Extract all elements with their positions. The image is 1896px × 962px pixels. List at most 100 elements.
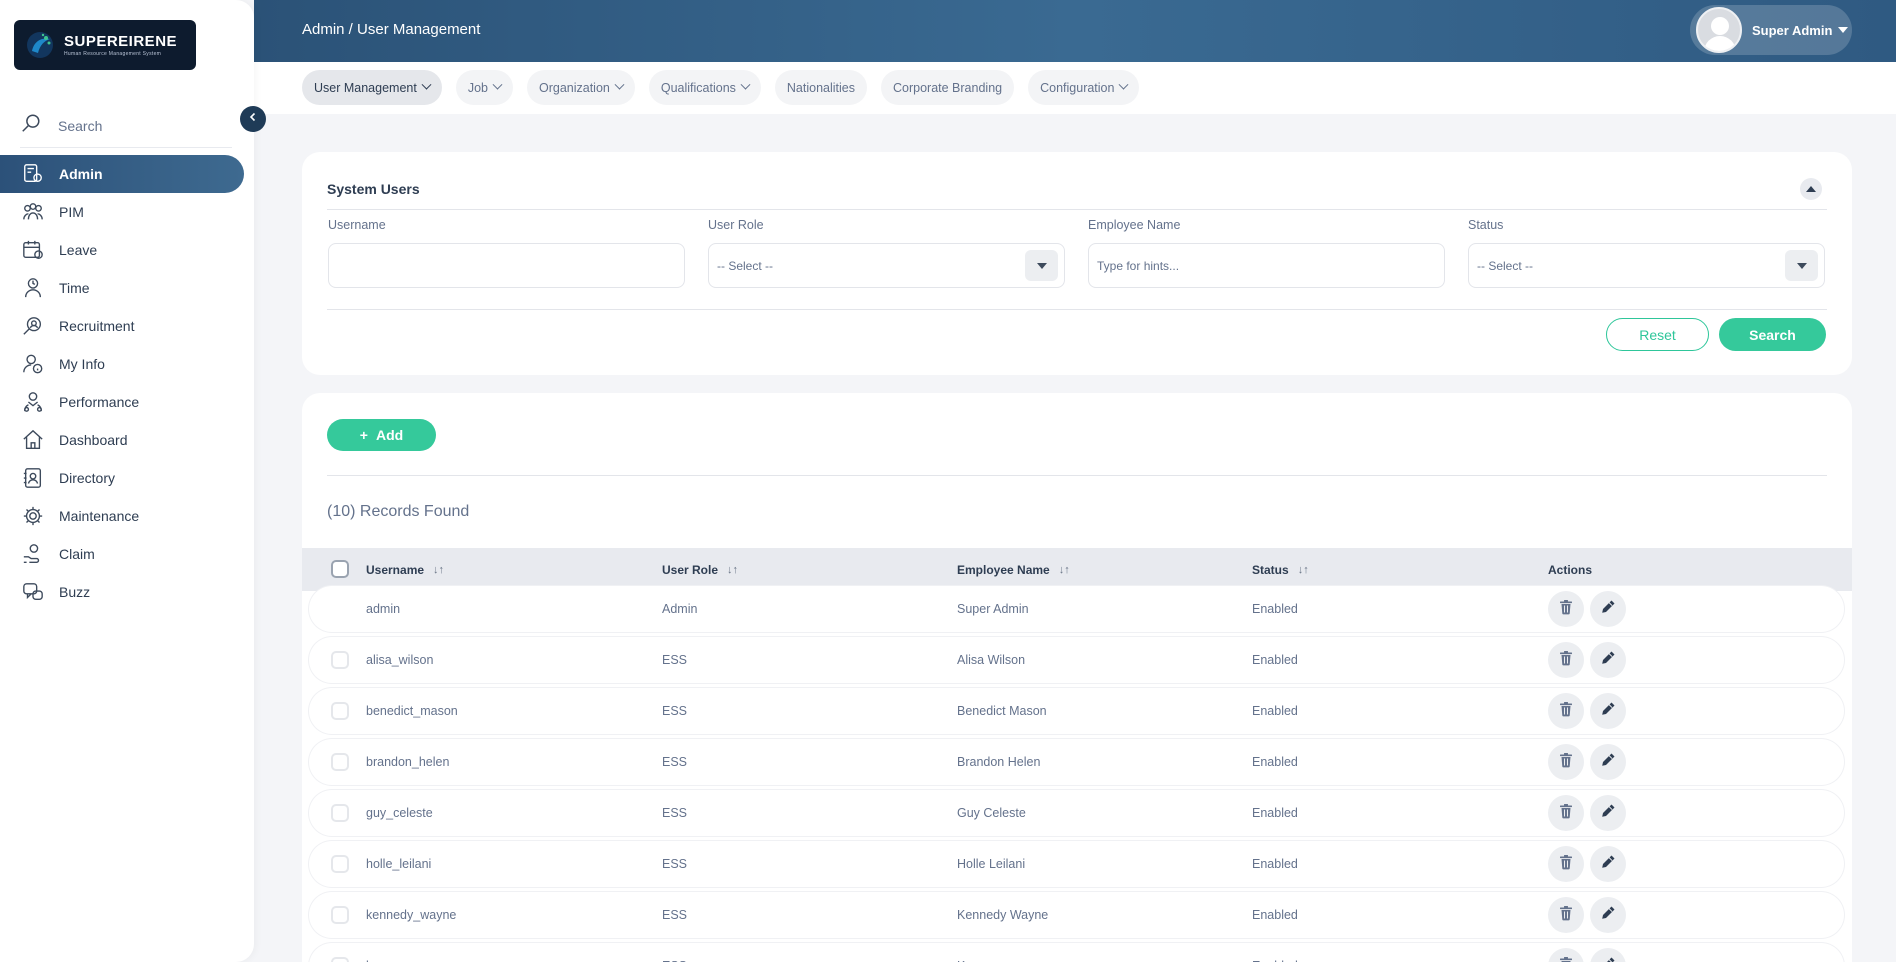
- column-label: Employee Name: [957, 562, 1050, 577]
- column-label: User Role: [662, 562, 719, 577]
- edit-button[interactable]: [1590, 948, 1626, 962]
- collapse-filter-button[interactable]: [1800, 178, 1822, 200]
- column-user-role[interactable]: User Role ↓↑: [662, 563, 738, 577]
- delete-button[interactable]: [1548, 744, 1584, 780]
- sidebar-item-label: PIM: [59, 204, 84, 220]
- delete-button[interactable]: [1548, 591, 1584, 627]
- cell-employee-name: Super Admin: [957, 602, 1029, 616]
- delete-button[interactable]: [1548, 948, 1584, 962]
- table-row[interactable]: benedict_mason ESS Benedict Mason Enabled: [309, 688, 1844, 734]
- brand-logo[interactable]: SUPEREIRENE Human Resource Management Sy…: [14, 20, 196, 70]
- edit-button[interactable]: [1590, 846, 1626, 882]
- table-row[interactable]: guy_celeste ESS Guy Celeste Enabled: [309, 790, 1844, 836]
- sidebar-item-leave[interactable]: Leave: [0, 231, 254, 269]
- cell-status: Enabled: [1252, 653, 1298, 667]
- sidebar-item-claim[interactable]: Claim: [0, 535, 254, 573]
- sidebar-item-recruitment[interactable]: Recruitment: [0, 307, 254, 345]
- employee-name-input[interactable]: Type for hints...: [1088, 243, 1445, 288]
- edit-button[interactable]: [1590, 744, 1626, 780]
- tab-nationalities[interactable]: Nationalities: [774, 70, 867, 105]
- sidebar-item-my-info[interactable]: My Info: [0, 345, 254, 383]
- sidebar-collapse-button[interactable]: [240, 106, 266, 132]
- add-user-button[interactable]: + Add: [327, 419, 436, 451]
- user-menu[interactable]: Super Admin: [1690, 5, 1852, 55]
- search-button[interactable]: Search: [1719, 318, 1826, 351]
- sidebar-search[interactable]: Search: [20, 104, 232, 148]
- pencil-icon: [1600, 854, 1616, 875]
- table-row[interactable]: brandon_helen ESS Brandon Helen Enabled: [309, 739, 1844, 785]
- edit-button[interactable]: [1590, 693, 1626, 729]
- cell-status: Enabled: [1252, 943, 1298, 962]
- sidebar: SUPEREIRENE Human Resource Management Sy…: [0, 0, 254, 962]
- select-all-checkbox[interactable]: [331, 560, 349, 578]
- sidebar-item-directory[interactable]: Directory: [0, 459, 254, 497]
- tab-qualifications[interactable]: Qualifications: [648, 70, 761, 105]
- row-checkbox[interactable]: [331, 855, 349, 873]
- column-username[interactable]: Username ↓↑: [366, 563, 444, 577]
- sidebar-item-admin[interactable]: Admin: [0, 155, 244, 193]
- dropdown-button[interactable]: [1025, 250, 1058, 281]
- row-checkbox[interactable]: [331, 804, 349, 822]
- delete-button[interactable]: [1548, 846, 1584, 882]
- row-checkbox[interactable]: [331, 957, 349, 962]
- sidebar-item-label: My Info: [59, 356, 105, 372]
- edit-button[interactable]: [1590, 795, 1626, 831]
- sort-icon: ↓↑: [1297, 563, 1309, 576]
- sidebar-item-label: Time: [59, 280, 90, 296]
- sidebar-item-time[interactable]: Time: [0, 269, 254, 307]
- delete-button[interactable]: [1548, 642, 1584, 678]
- sidebar-item-pim[interactable]: PIM: [0, 193, 254, 231]
- tab-user-management[interactable]: User Management: [302, 70, 442, 105]
- users-table-card: + Add (10) Records Found Username ↓↑ User…: [302, 393, 1852, 962]
- pencil-icon: [1600, 701, 1616, 722]
- sidebar-item-performance[interactable]: Performance: [0, 383, 254, 421]
- sidebar-item-buzz[interactable]: Buzz: [0, 573, 254, 611]
- username-field: Username: [328, 218, 685, 288]
- table-row[interactable]: holle_leilani ESS Holle Leilani Enabled: [309, 841, 1844, 887]
- delete-button[interactable]: [1548, 795, 1584, 831]
- row-checkbox[interactable]: [331, 651, 349, 669]
- trash-icon: [1558, 905, 1574, 926]
- time-icon: [22, 277, 44, 299]
- table-row[interactable]: admin Admin Super Admin Enabled: [309, 586, 1844, 632]
- tab-configuration[interactable]: Configuration: [1028, 70, 1140, 105]
- add-label: Add: [375, 427, 404, 443]
- column-employee-name[interactable]: Employee Name ↓↑: [957, 563, 1070, 577]
- column-status[interactable]: Status ↓↑: [1252, 563, 1309, 577]
- sidebar-item-label: Maintenance: [59, 508, 140, 524]
- admin-icon: [22, 163, 44, 185]
- delete-button[interactable]: [1548, 897, 1584, 933]
- delete-button[interactable]: [1548, 693, 1584, 729]
- table-row[interactable]: alisa_wilson ESS Alisa Wilson Enabled: [309, 637, 1844, 683]
- edit-button[interactable]: [1590, 642, 1626, 678]
- row-checkbox[interactable]: [331, 906, 349, 924]
- sidebar-item-maintenance[interactable]: Maintenance: [0, 497, 254, 535]
- username-input[interactable]: [328, 243, 685, 288]
- edit-button[interactable]: [1590, 591, 1626, 627]
- dropdown-button[interactable]: [1785, 250, 1818, 281]
- cell-user-role: ESS: [662, 755, 688, 769]
- row-checkbox[interactable]: [331, 753, 349, 771]
- brand-text: SUPEREIRENE Human Resource Management Sy…: [64, 33, 177, 57]
- sidebar-search-label: Search: [58, 117, 103, 134]
- user-role-select[interactable]: -- Select --: [708, 243, 1065, 288]
- performance-icon: [22, 391, 44, 413]
- table-row[interactable]: kennedy_wayne ESS Kennedy Wayne Enabled: [309, 892, 1844, 938]
- sidebar-item-label: Leave: [59, 242, 98, 258]
- cell-username: admin: [366, 602, 401, 616]
- row-checkbox[interactable]: [331, 702, 349, 720]
- sort-icon: ↓↑: [1058, 563, 1070, 576]
- sidebar-item-dashboard[interactable]: Dashboard: [0, 421, 254, 459]
- reset-button[interactable]: Reset: [1606, 318, 1709, 351]
- table-row[interactable]: k... ESS K... Enabled: [309, 943, 1844, 962]
- edit-button[interactable]: [1590, 897, 1626, 933]
- cell-status: Enabled: [1252, 704, 1298, 718]
- avatar: [1696, 7, 1742, 53]
- tab-organization[interactable]: Organization: [526, 70, 635, 105]
- tab-job[interactable]: Job: [455, 70, 513, 105]
- tab-corporate-branding[interactable]: Corporate Branding: [881, 70, 1015, 105]
- tab-label: Job: [467, 80, 488, 95]
- status-select[interactable]: -- Select --: [1468, 243, 1825, 288]
- chevron-down-icon: [1119, 79, 1129, 90]
- username-label: Username: [328, 218, 386, 232]
